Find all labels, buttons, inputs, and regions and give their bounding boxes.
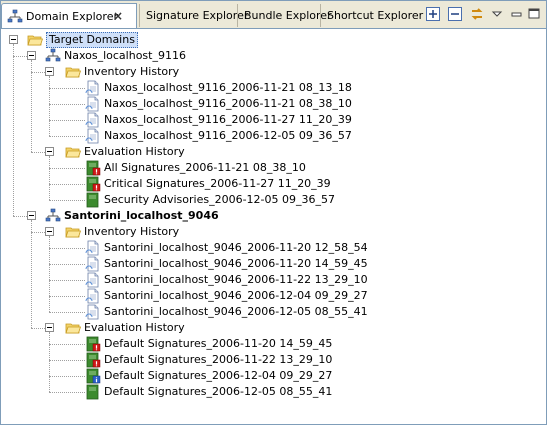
tree-evaluation-history[interactable]: Evaluation History [1,320,546,336]
tab-label: Signature Explorer [146,9,249,22]
tree-node-label: Santorini_localhost_9046_2006-12-05 08_5… [104,305,368,318]
folder-open-icon [27,35,43,46]
link-with-editor-icon[interactable] [469,6,485,22]
tree-node-label: Default Signatures_2006-12-04 09_29_27 [104,369,333,382]
inventory-document-icon [85,240,99,256]
collapse-toggle-icon[interactable] [9,35,18,44]
evaluation-report-icon [86,384,99,400]
tree-node-label: Evaluation History [84,321,185,334]
collapse-toggle-icon[interactable] [27,211,36,220]
expand-all-icon[interactable] [425,6,441,22]
tree-node-label: Inventory History [84,225,180,238]
tree-inventory-item[interactable]: Santorini_localhost_9046_2006-12-05 08_5… [1,304,546,320]
tree-node-label: Santorini_localhost_9046 [64,209,219,222]
tree-node-label: Naxos_localhost_9116_2006-11-21 08_13_18 [104,81,352,94]
tree-domain-node[interactable]: Naxos_localhost_9116 [1,48,546,64]
evaluation-error-icon [86,160,101,176]
tab-signature-explorer[interactable]: Signature Explorer [139,4,248,27]
folder-open-icon [65,227,81,238]
tree-inventory-history[interactable]: Inventory History [1,224,546,240]
tree-inventory-history[interactable]: Inventory History [1,64,546,80]
domain-explorer-icon [7,9,23,23]
folder-open-icon [65,147,81,158]
tree-node-label: Default Signatures_2006-12-05 08_55_41 [104,385,333,398]
collapse-toggle-icon[interactable] [45,67,54,76]
domain-server-icon [45,208,61,222]
tree-evaluation-item[interactable]: Default Signatures_2006-11-22 13_29_10 [1,352,546,368]
evaluation-error-icon [86,352,101,368]
inventory-document-icon [85,288,99,304]
inventory-document-icon [85,112,99,128]
collapse-all-icon[interactable] [447,6,463,22]
tree-node-label: Security Advisories_2006-12-05 09_36_57 [104,193,335,206]
tree-root-target-domains[interactable]: Target Domains [1,32,546,48]
tree-node-label: Default Signatures_2006-11-20 14_59_45 [104,337,333,350]
collapse-toggle-icon[interactable] [45,323,54,332]
evaluation-report-icon [86,192,99,208]
inventory-document-icon [85,256,99,272]
tree-node-label: Santorini_localhost_9046_2006-11-22 13_2… [104,273,368,286]
tree-inventory-item[interactable]: Naxos_localhost_9116_2006-11-21 08_38_10 [1,96,546,112]
domain-explorer-view: Domain Explorer × Signature Explorer Bun… [0,0,547,425]
tree-node-label: Default Signatures_2006-11-22 13_29_10 [104,353,333,366]
tab-label: Domain Explorer [26,10,118,23]
tree-node-label: Naxos_localhost_9116_2006-11-27 11_20_39 [104,113,352,126]
tab-domain-explorer[interactable]: Domain Explorer × [1,3,137,28]
tree-node-label: Santorini_localhost_9046_2006-12-04 09_2… [104,289,368,302]
tree-evaluation-item[interactable]: Default Signatures_2006-11-20 14_59_45 [1,336,546,352]
tab-label: Bundle Explorer [244,9,332,22]
tree-node-label: Santorini_localhost_9046_2006-11-20 14_5… [104,257,368,270]
folder-open-icon [65,67,81,78]
collapse-toggle-icon[interactable] [45,147,54,156]
tree-domain-node[interactable]: Santorini_localhost_9046 [1,208,546,224]
inventory-document-icon [85,80,99,96]
tree-node-label: Santorini_localhost_9046_2006-11-20 12_5… [104,241,368,254]
domain-tree[interactable]: Target Domains Naxos_localhost_9116 Inve… [1,29,546,424]
minimize-icon[interactable] [511,6,523,22]
tree-inventory-item[interactable]: Santorini_localhost_9046_2006-11-20 12_5… [1,240,546,256]
tab-bundle-explorer[interactable]: Bundle Explorer [237,4,332,27]
tree-evaluation-item[interactable]: Default Signatures_2006-12-05 08_55_41 [1,384,546,400]
tree-evaluation-item[interactable]: Security Advisories_2006-12-05 09_36_57 [1,192,546,208]
tree-inventory-item[interactable]: Naxos_localhost_9116_2006-12-05 09_36_57 [1,128,546,144]
tree-inventory-item[interactable]: Santorini_localhost_9046_2006-12-04 09_2… [1,288,546,304]
domain-server-icon [45,48,61,62]
tree-evaluation-item[interactable]: Critical Signatures_2006-11-27 11_20_39 [1,176,546,192]
tree-inventory-item[interactable]: Naxos_localhost_9116_2006-11-21 08_13_18 [1,80,546,96]
tree-evaluation-history[interactable]: Evaluation History [1,144,546,160]
tree-node-label: Naxos_localhost_9116 [64,49,186,62]
view-tab-bar: Domain Explorer × Signature Explorer Bun… [1,1,546,29]
tree-node-label: All Signatures_2006-11-21 08_38_10 [104,161,306,174]
tree-inventory-item[interactable]: Santorini_localhost_9046_2006-11-22 13_2… [1,272,546,288]
tree-inventory-item[interactable]: Naxos_localhost_9116_2006-11-27 11_20_39 [1,112,546,128]
evaluation-info-icon [86,368,101,384]
tab-shortcut-explorer[interactable]: Shortcut Explorer [320,4,423,27]
tree-node-label: Naxos_localhost_9116_2006-11-21 08_38_10 [104,97,352,110]
inventory-document-icon [85,304,99,320]
collapse-toggle-icon[interactable] [45,227,54,236]
inventory-document-icon [85,128,99,144]
view-menu-icon[interactable] [491,6,503,22]
tree-inventory-item[interactable]: Santorini_localhost_9046_2006-11-20 14_5… [1,256,546,272]
close-icon[interactable]: × [112,10,124,22]
tree-evaluation-item[interactable]: Default Signatures_2006-12-04 09_29_27 [1,368,546,384]
inventory-document-icon [85,272,99,288]
folder-open-icon [65,323,81,334]
collapse-toggle-icon[interactable] [27,51,36,60]
tree-node-label: Critical Signatures_2006-11-27 11_20_39 [104,177,331,190]
tree-evaluation-item[interactable]: All Signatures_2006-11-21 08_38_10 [1,160,546,176]
inventory-document-icon [85,96,99,112]
maximize-icon[interactable] [527,6,541,22]
tree-node-label: Target Domains [46,32,138,48]
tab-label: Shortcut Explorer [327,9,424,22]
tree-node-label: Naxos_localhost_9116_2006-12-05 09_36_57 [104,129,352,142]
evaluation-error-icon [86,336,101,352]
tree-node-label: Inventory History [84,65,180,78]
tree-node-label: Evaluation History [84,145,185,158]
evaluation-error-icon [86,176,101,192]
